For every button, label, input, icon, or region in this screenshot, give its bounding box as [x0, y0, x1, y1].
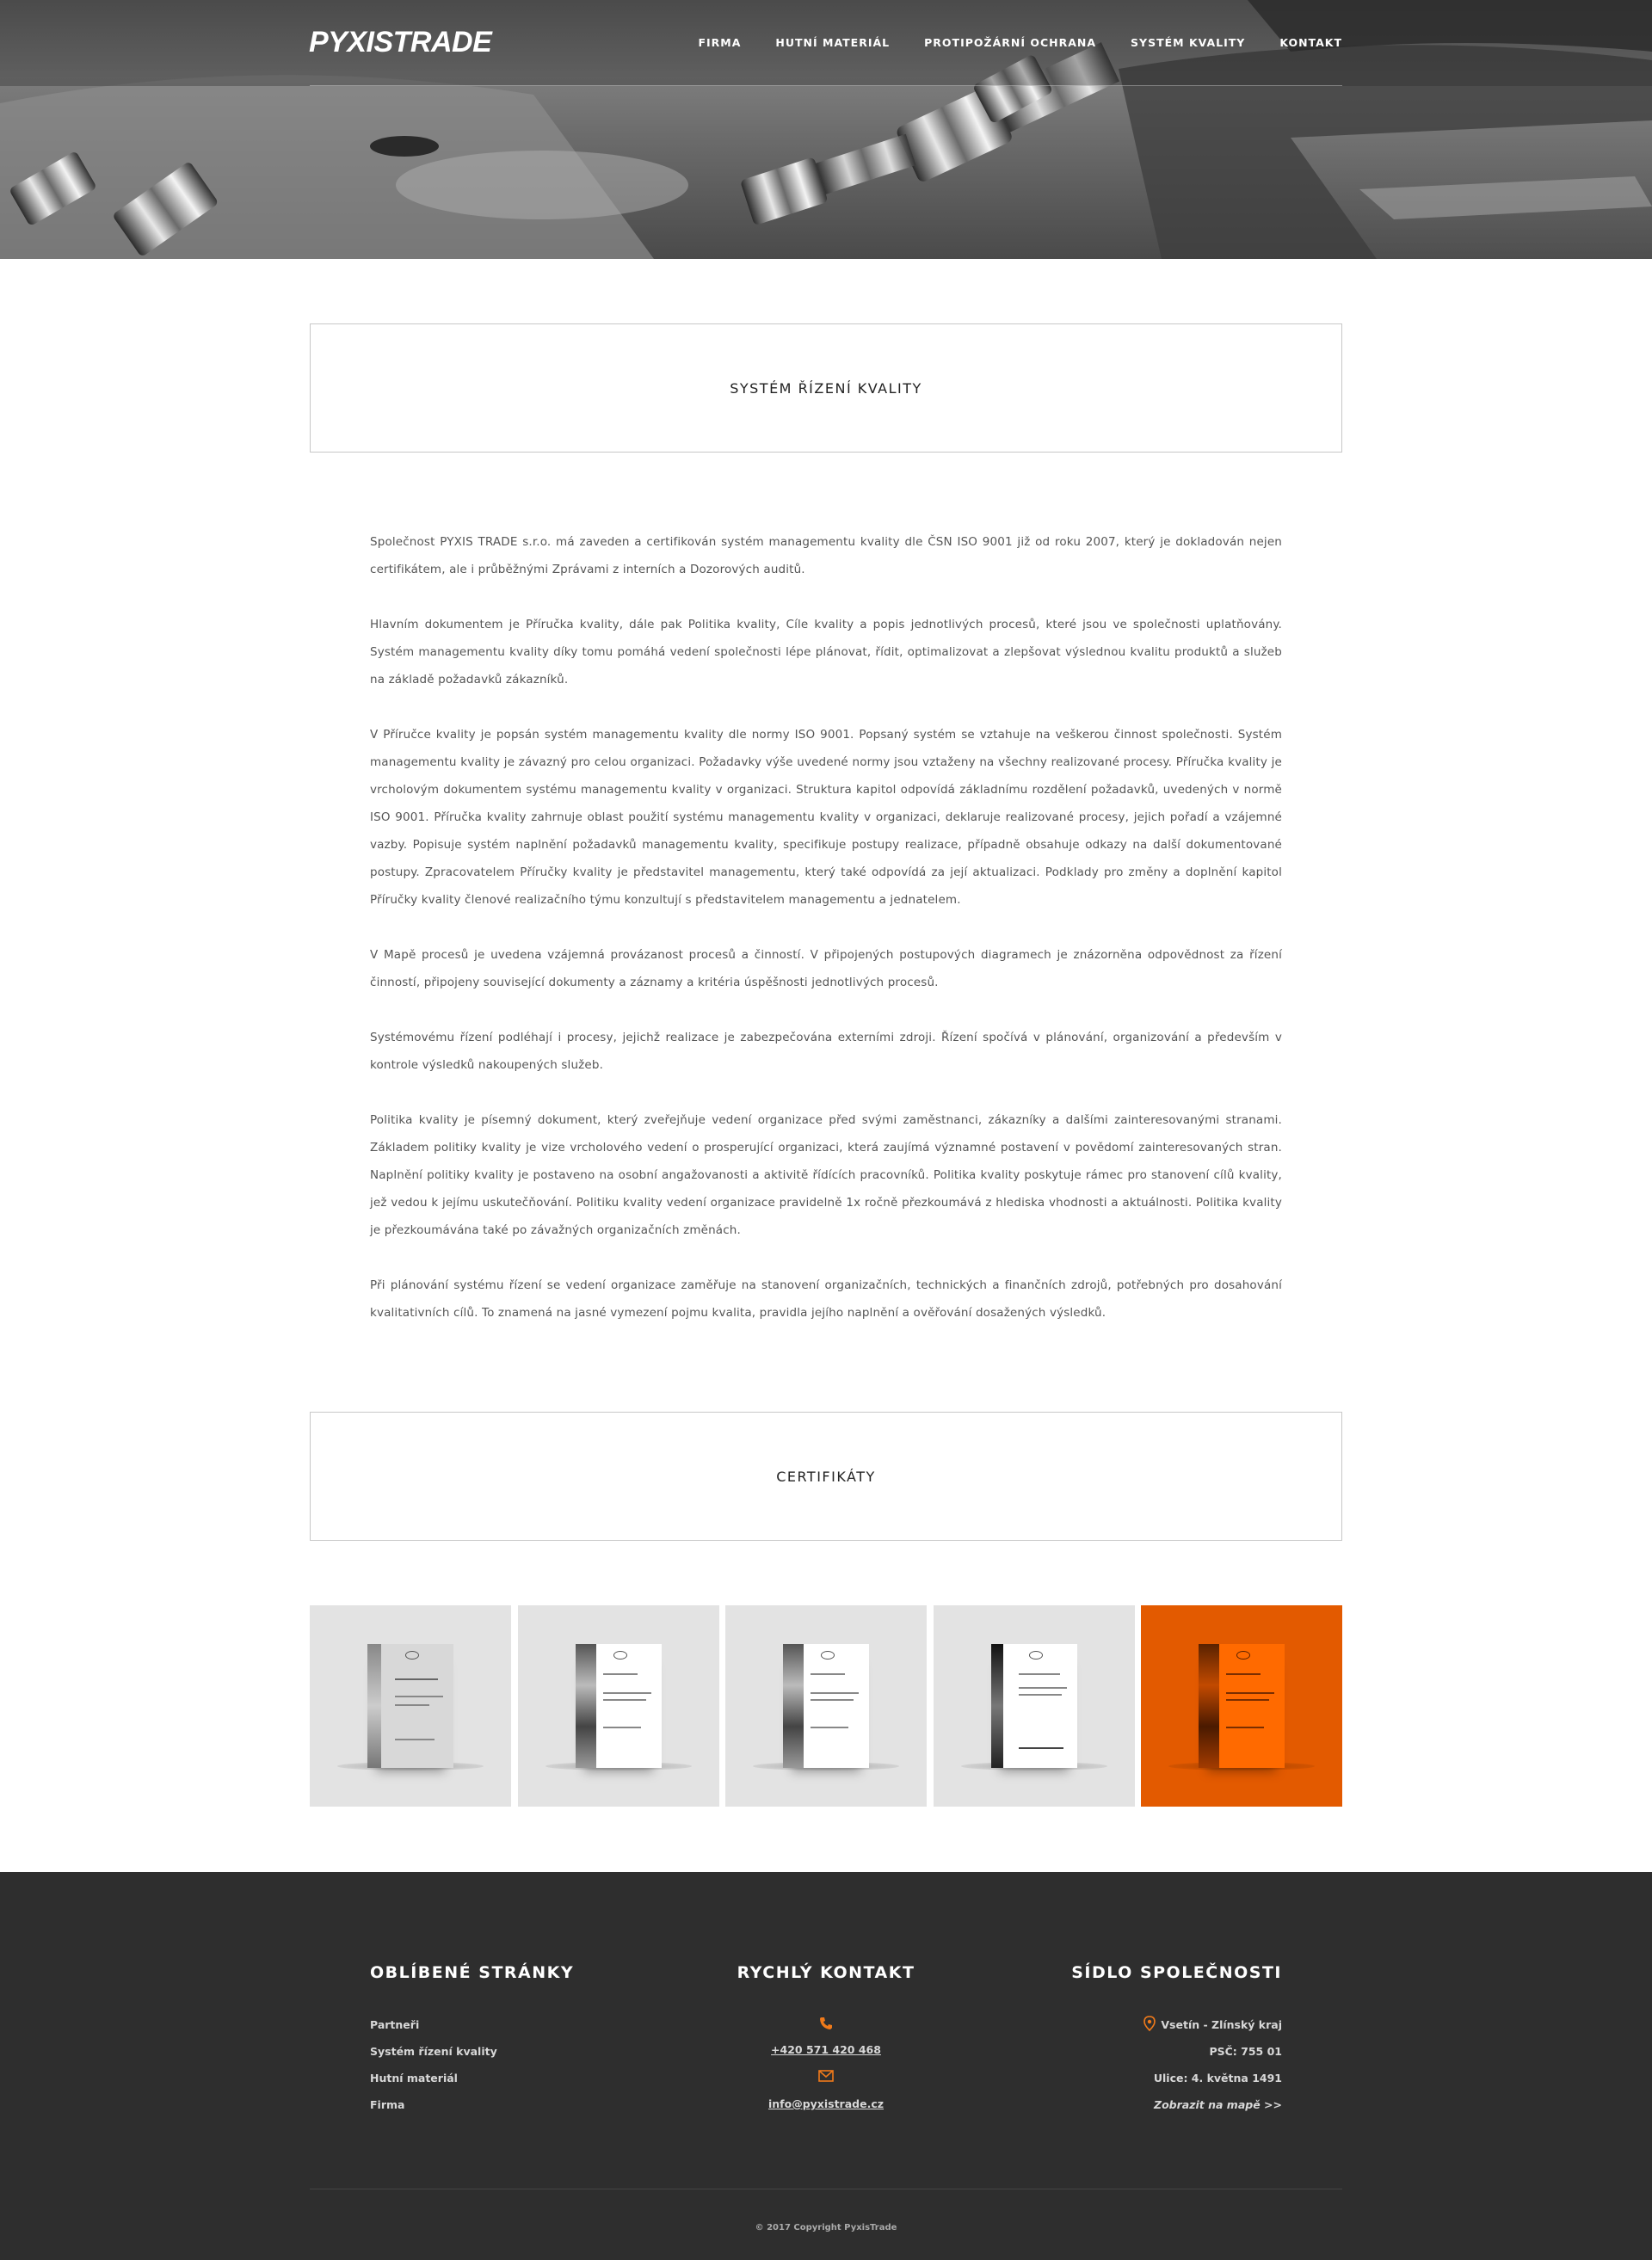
footer-link-firma[interactable]: Firma: [370, 2098, 404, 2111]
site-logo[interactable]: PYXISTRADE: [309, 26, 492, 59]
quality-paragraph: V Mapě procesů je uvedena vzájemná prová…: [370, 948, 1282, 989]
quality-paragraph: Politika kvality je písemný dokument, kt…: [370, 1113, 1282, 1237]
certificate-image: [1199, 1644, 1285, 1768]
main-nav: FIRMA HUTNÍ MATERIÁL PROTIPOŽÁRNÍ OCHRAN…: [663, 36, 1342, 49]
certificate-thumbnail[interactable]: [725, 1605, 927, 1807]
email-link[interactable]: info@pyxistrade.cz: [697, 2097, 955, 2110]
quality-paragraph: V Příručce kvality je popsán systém mana…: [370, 728, 1282, 907]
mail-icon: [818, 2070, 834, 2082]
nav-item-protipozarni-ochrana[interactable]: PROTIPOŽÁRNÍ OCHRANA: [924, 36, 1096, 49]
quality-paragraph: Systémovému řízení podléhají i procesy, …: [370, 1031, 1282, 1072]
contact-title: RYCHLÝ KONTAKT: [737, 1963, 915, 1982]
nav-item-kontakt[interactable]: KONTAKT: [1279, 36, 1342, 49]
certificates-gallery: [310, 1605, 1342, 1807]
footer-link-partneri[interactable]: Partneři: [370, 2018, 419, 2031]
phone-link[interactable]: +420 571 420 468: [697, 2043, 955, 2056]
address-street: Ulice: 4. května 1491: [1153, 2072, 1282, 2084]
hero-banner: PYXISTRADE FIRMA HUTNÍ MATERIÁL PROTIPOŽ…: [0, 0, 1652, 259]
site-footer: OBLÍBENÉ STRÁNKY Partneři Systém řízení …: [0, 1872, 1652, 2260]
certificate-image: [575, 1644, 662, 1768]
copyright-text: © 2017 Copyright PyxisTrade: [755, 2223, 897, 2232]
header-divider: [310, 85, 1342, 86]
address-city: Vsetín - Zlínský kraj: [1161, 2018, 1282, 2031]
quality-content: Společnost PYXIS TRADE s.r.o. má zaveden…: [370, 528, 1282, 1354]
phone-icon: [820, 2017, 832, 2029]
favorites-title: OBLÍBENÉ STRÁNKY: [370, 1963, 575, 1982]
certificate-image: [990, 1644, 1077, 1768]
certificates-title-box: CERTIFIKÁTY: [310, 1412, 1342, 1541]
certificates-section-title: CERTIFIKÁTY: [776, 1468, 876, 1485]
show-on-map-link[interactable]: Zobrazit na mapě >>: [1154, 2098, 1282, 2111]
certificate-image: [783, 1644, 869, 1768]
footer-link-system-rizeni-kvality[interactable]: Systém řízení kvality: [370, 2045, 497, 2058]
address-zip: PSČ: 755 01: [1209, 2045, 1282, 2058]
quality-paragraph: Společnost PYXIS TRADE s.r.o. má zaveden…: [370, 535, 1282, 576]
nav-item-system-kvality[interactable]: SYSTÉM KVALITY: [1131, 36, 1245, 49]
seat-title: SÍDLO SPOLEČNOSTI: [1071, 1963, 1282, 1982]
quality-title-box: SYSTÉM ŘÍZENÍ KVALITY: [310, 323, 1342, 453]
certificate-thumbnail[interactable]: [933, 1605, 1135, 1807]
location-pin-icon: [1143, 2016, 1156, 2031]
certificate-image: [367, 1644, 453, 1768]
footer-link-hutni-material[interactable]: Hutní materiál: [370, 2072, 458, 2084]
certificate-thumbnail[interactable]: [517, 1605, 719, 1807]
nav-item-firma[interactable]: FIRMA: [698, 36, 741, 49]
quality-paragraph: Při plánování systému řízení se vedení o…: [370, 1278, 1282, 1320]
quality-paragraph: Hlavním dokumentem je Příručka kvality, …: [370, 618, 1282, 687]
quality-section-title: SYSTÉM ŘÍZENÍ KVALITY: [730, 379, 922, 397]
certificate-thumbnail-active[interactable]: [1141, 1605, 1342, 1807]
certificate-thumbnail[interactable]: [310, 1605, 511, 1807]
nav-item-hutni-material[interactable]: HUTNÍ MATERIÁL: [775, 36, 890, 49]
